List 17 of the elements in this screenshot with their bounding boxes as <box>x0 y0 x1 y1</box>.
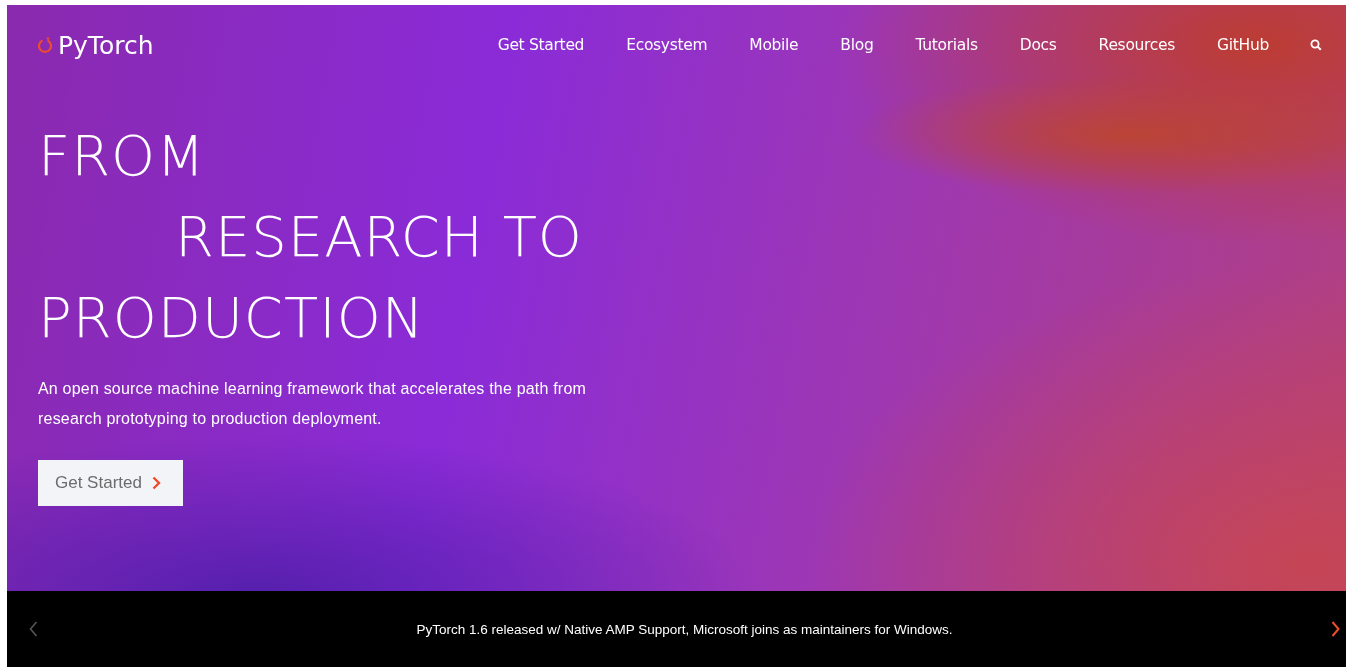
nav-link[interactable]: Mobile <box>728 36 820 54</box>
nav-link[interactable]: Docs <box>998 36 1078 54</box>
chevron-right-icon <box>151 476 161 490</box>
flame-logo-icon <box>38 36 52 54</box>
nav-link[interactable]: Blog <box>819 36 895 54</box>
nav-link[interactable]: Get Started <box>476 36 606 54</box>
logo-text[interactable]: PyTorch <box>58 30 154 60</box>
hero-description: An open source machine learning framework that accelerates the path from research prototyping to production deployment. <box>38 379 588 429</box>
headline-line: RESEARCH TO <box>175 203 583 271</box>
nav-link[interactable]: Tutorials <box>894 36 999 54</box>
nav-link[interactable]: Resources <box>1077 36 1197 54</box>
nav-link[interactable]: Ecosystem <box>605 36 729 54</box>
headline-line: FROM <box>38 122 206 190</box>
headline-line: PRODUCTION <box>38 284 425 352</box>
get-started-button[interactable]: Get Started <box>38 460 183 506</box>
search-icon[interactable] <box>1310 39 1322 51</box>
nav-link[interactable]: GitHub <box>1196 36 1290 54</box>
